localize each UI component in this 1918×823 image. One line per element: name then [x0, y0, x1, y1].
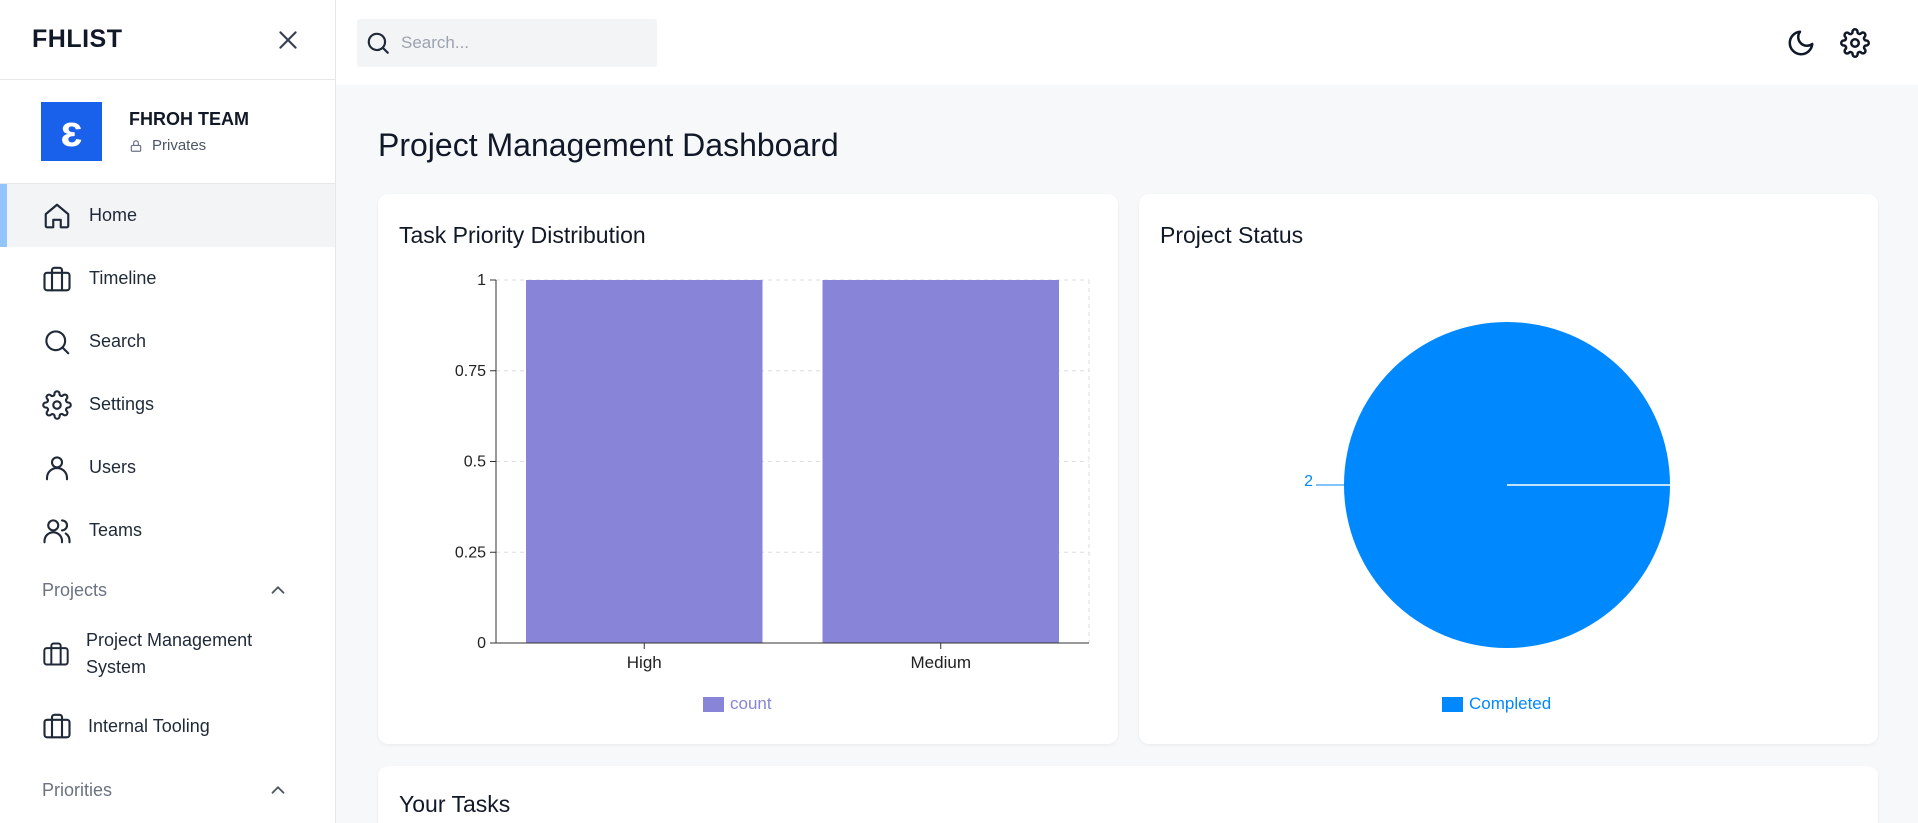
moon-icon[interactable] [1786, 28, 1816, 58]
sidebar-project-management-system[interactable]: Project Management System [0, 618, 335, 690]
legend-label: Completed [1469, 694, 1552, 713]
card-title: Your Tasks [399, 791, 511, 817]
sidebar-project-label: Project Management System [86, 630, 253, 677]
legend-label: count [730, 694, 772, 713]
chevron-up-icon [271, 786, 285, 794]
task-priority-card: Task Priority Distribution 0 0.25 0.5 0.75 1… [378, 194, 1118, 744]
top-bar [336, 0, 1918, 85]
your-tasks-card: Your Tasks [378, 766, 1878, 823]
pie-label: 2 [1304, 473, 1313, 490]
sidebar-item-timeline[interactable]: Timeline [0, 247, 335, 310]
search-box[interactable] [357, 18, 657, 67]
x-tick-label: High [627, 653, 662, 672]
users-icon [43, 518, 71, 543]
sidebar: FHLIST ɛ FHROH TEAM Privates Home Timeli… [0, 0, 336, 823]
sidebar-item-teams[interactable]: Teams [0, 499, 335, 562]
task-priority-bar-chart: 0 0.25 0.5 0.75 1 High Medium [455, 272, 1090, 672]
sidebar-item-label: Settings [89, 394, 155, 414]
sidebar-project-internal-tooling[interactable]: Internal Tooling [0, 690, 335, 762]
y-tick-label: 1 [477, 272, 486, 289]
priorities-section-label: Priorities [42, 779, 113, 800]
search-icon [45, 329, 70, 354]
sidebar-item-home[interactable]: Home [0, 184, 335, 247]
sidebar-item-settings[interactable]: Settings [0, 373, 335, 436]
close-icon[interactable] [273, 25, 303, 55]
brand-title: FHLIST [32, 25, 123, 53]
gear-icon [42, 389, 72, 420]
team-visibility: Privates [129, 137, 249, 154]
x-tick-label: Medium [911, 653, 971, 672]
y-tick-label: 0.5 [464, 454, 486, 471]
briefcase-icon [43, 642, 69, 666]
y-tick-label: 0.25 [455, 544, 486, 561]
projects-section-label: Projects [42, 579, 108, 600]
briefcase-icon [43, 266, 71, 291]
sidebar-item-label: Teams [89, 520, 143, 540]
sidebar-item-search[interactable]: Search [0, 310, 335, 373]
projects-section-toggle[interactable]: Projects [0, 562, 335, 618]
page-title: Project Management Dashboard [378, 127, 839, 163]
y-tick-label: 0 [477, 635, 486, 652]
chevron-up-icon [271, 586, 285, 594]
search-icon [367, 32, 389, 54]
legend-swatch [1442, 696, 1463, 712]
sidebar-item-users[interactable]: Users [0, 436, 335, 499]
sidebar-project-label: Internal Tooling [88, 715, 210, 736]
bar [822, 280, 1059, 643]
bar-legend: count [703, 694, 772, 714]
project-status-pie-chart: 2 [1304, 322, 1670, 648]
sidebar-header: FHLIST [0, 0, 335, 80]
team-card[interactable]: ɛ FHROH TEAM Privates [0, 80, 335, 184]
sidebar-item-label: Home [89, 205, 138, 225]
sidebar-item-label: Users [89, 457, 137, 477]
pie-legend: Completed [1442, 694, 1551, 714]
bar [526, 280, 763, 643]
briefcase-icon [43, 713, 71, 739]
home-icon [44, 203, 70, 228]
y-tick-label: 0.75 [455, 363, 486, 380]
team-logo: ɛ [41, 102, 102, 161]
gear-icon[interactable] [1840, 27, 1870, 58]
team-visibility-label: Privates [152, 137, 207, 154]
user-icon [45, 455, 69, 480]
lock-icon [130, 139, 142, 152]
sidebar-item-label: Timeline [89, 268, 157, 288]
search-input[interactable] [401, 32, 641, 53]
top-actions [1786, 27, 1870, 58]
priorities-section-toggle[interactable]: Priorities [0, 762, 335, 818]
team-name: FHROH TEAM [129, 109, 249, 129]
sidebar-item-label: Search [89, 331, 147, 351]
project-status-card: Project Status 2 Completed [1139, 194, 1878, 744]
main-content: Project Management Dashboard Task Priori… [336, 0, 1918, 823]
legend-swatch [703, 696, 724, 712]
